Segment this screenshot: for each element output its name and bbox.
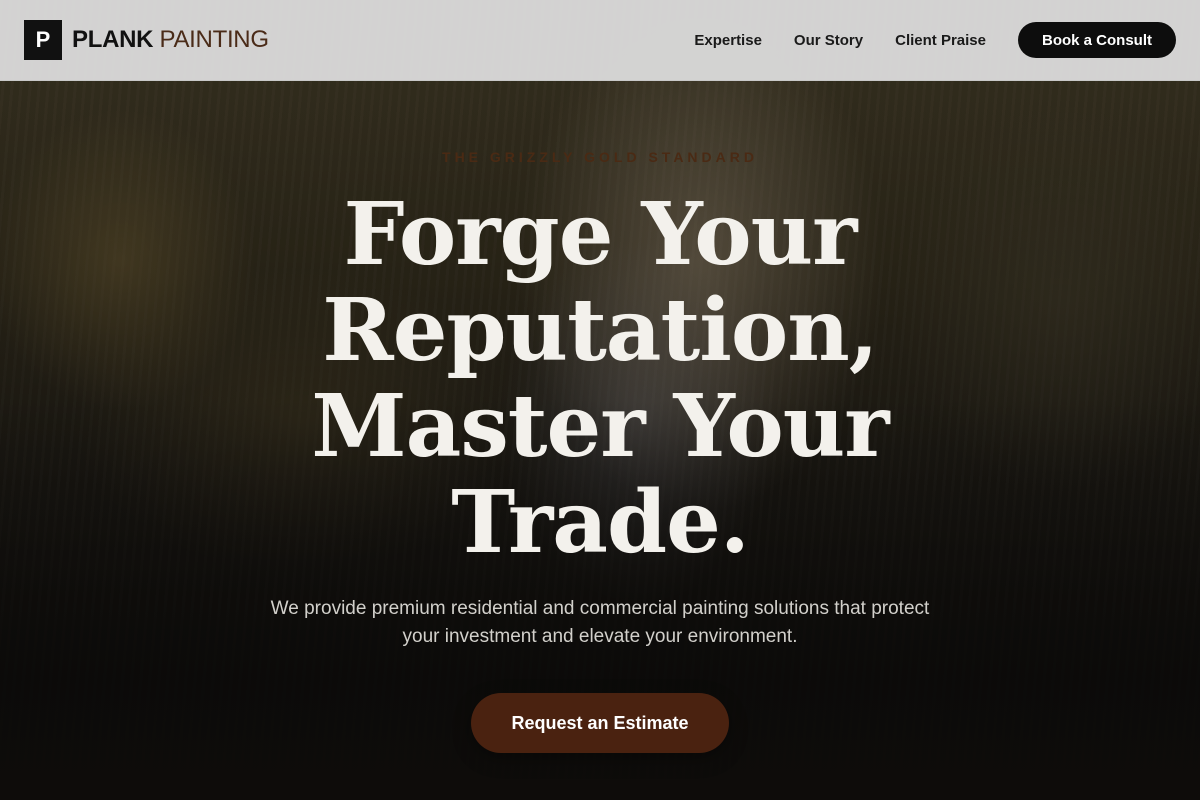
hero-section: The Grizzly Gold Standard Forge Your Rep… <box>0 81 1200 800</box>
hero-subhead: We provide premium residential and comme… <box>270 598 930 647</box>
hero-headline: Forge Your Reputation, Master Your Trade… <box>311 184 889 573</box>
brand-wordmark: PLANK PAINTING <box>72 26 269 54</box>
brand-name-strong: PLANK <box>72 26 154 53</box>
request-estimate-button[interactable]: Request an Estimate <box>471 693 729 753</box>
site-header: P PLANK PAINTING Expertise Our Story Cli… <box>0 0 1200 81</box>
main-nav: Expertise Our Story Client Praise Book a… <box>694 22 1176 58</box>
nav-link-expertise[interactable]: Expertise <box>694 32 762 49</box>
brand-logo[interactable]: P PLANK PAINTING <box>24 20 269 60</box>
nav-link-our-story[interactable]: Our Story <box>794 32 863 49</box>
brand-name-light: PAINTING <box>159 26 269 53</box>
nav-link-client-praise[interactable]: Client Praise <box>895 32 986 49</box>
hero-eyebrow: The Grizzly Gold Standard <box>442 149 758 165</box>
book-consult-button[interactable]: Book a Consult <box>1017 22 1176 58</box>
logo-mark: P <box>24 20 62 60</box>
